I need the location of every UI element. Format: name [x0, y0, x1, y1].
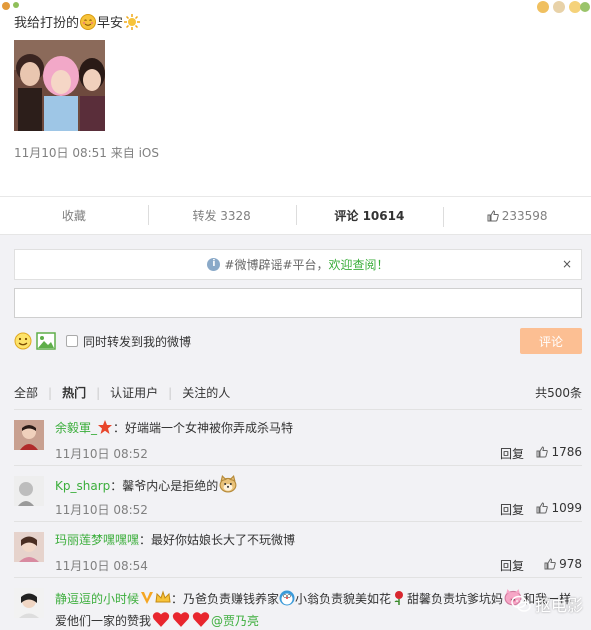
info-icon: i — [207, 258, 221, 271]
comment-text-line: 余毅軍_ ：好端端一个女神被你弄成杀马特 — [55, 419, 293, 436]
post-meta: 11月10日 08:51 来自 iOS — [14, 146, 159, 160]
repost-checkbox[interactable] — [66, 335, 78, 347]
emoji-icon[interactable] — [14, 332, 32, 350]
comment-like-button[interactable]: 1099 — [536, 501, 582, 515]
comment-like-button[interactable]: 978 — [544, 557, 582, 571]
thumbs-up-icon — [536, 446, 549, 458]
comment-content-part3: 甜馨负责坑爹坑妈 — [407, 592, 504, 606]
post-photo[interactable] — [14, 40, 105, 131]
comment-like-count: 1099 — [551, 501, 582, 515]
comment-content: ：最好你姑娘长大了不玩微博 — [139, 533, 296, 547]
comment-text-line: 玛丽莲梦嘿嘿嘿：最好你姑娘长大了不玩微博 — [55, 531, 295, 548]
doraemon-emoji-icon — [279, 590, 295, 606]
filter-all[interactable]: 全部 — [14, 384, 38, 401]
comment-text-line: Kp_sharp：馨爷内心是拒绝的 — [55, 475, 238, 494]
avatar[interactable] — [14, 588, 44, 618]
thumbs-up-icon — [536, 502, 549, 514]
thumbs-up-icon — [487, 209, 499, 221]
comment-username[interactable]: Kp_sharp — [55, 479, 110, 493]
post-text: 我给打扮的 早安 — [14, 14, 577, 36]
doge-emoji-icon — [219, 475, 237, 493]
notice-link[interactable]: 欢迎查阅！ — [329, 256, 389, 273]
watermark: 抠电影 — [511, 592, 583, 616]
comment-item: Kp_sharp：馨爷内心是拒绝的 11月10日 08:52 回复 1099 — [14, 466, 582, 522]
comment-username[interactable]: 静逗逗的小时候 — [55, 592, 139, 606]
repost-button[interactable]: 转发 3328 — [147, 205, 296, 225]
comment-like-count: 978 — [559, 557, 582, 571]
avatar[interactable] — [14, 420, 44, 450]
avatar[interactable] — [14, 476, 44, 506]
comment-item: 余毅軍_ ：好端端一个女神被你弄成杀马特 11月10日 08:52 回复 1786 — [14, 410, 582, 466]
comment-item: 玛丽莲梦嘿嘿嘿：最好你姑娘长大了不玩微博 11月10日 08:54 回复 978 — [14, 522, 582, 578]
close-icon[interactable]: × — [562, 257, 572, 271]
weibo-post: 我给打扮的 早安 11月10日 08:51 来自 iOS — [0, 0, 591, 196]
comment-item: 静逗逗的小时候 ：乃爸负责赚钱养家 小翁负责貌美如花 甜馨负责坑爹坑妈 和我一样爱他们一… — [14, 578, 582, 630]
post-text-end: 早安 — [97, 16, 124, 31]
crown-badge-icon — [155, 590, 171, 603]
star-badge-icon — [98, 420, 113, 434]
heart-emoji-icon — [192, 612, 210, 627]
notice-text: #微博辟谣#平台， — [224, 258, 329, 272]
comment-panel: i #微博辟谣#平台， 欢迎查阅！ × 同时转发到我的微博 评论 全部 | 热门 … — [0, 234, 591, 630]
thumbs-up-icon — [544, 558, 556, 570]
like-button[interactable]: 233598 — [443, 206, 591, 227]
sun-emoji-icon — [124, 14, 141, 30]
comment-content-part2: 小翁负责貌美如花 — [295, 592, 392, 606]
comment-username[interactable]: 余毅軍_ — [55, 421, 97, 435]
comment-button[interactable]: 评论 10614 — [295, 205, 444, 225]
post-text-start: 我给打扮的 — [14, 16, 80, 31]
rumor-notice-bar: i #微博辟谣#平台， 欢迎查阅！ × — [14, 249, 582, 280]
filter-hot[interactable]: 热门 — [62, 384, 86, 401]
compose-toolbar: 同时转发到我的微博 评论 — [14, 328, 582, 354]
comment-content: ：馨爷内心是拒绝的 — [110, 479, 219, 493]
repost-checkbox-label: 同时转发到我的微博 — [83, 334, 192, 349]
total-comment-count: 共500条 — [535, 386, 582, 400]
corner-decoration-left — [0, 0, 40, 12]
blush-emoji-icon — [80, 14, 97, 30]
comment-like-count: 1786 — [551, 445, 582, 459]
wechat-logo-icon — [511, 595, 531, 612]
mention-link[interactable]: @贾乃亮 — [211, 614, 259, 628]
reply-button[interactable]: 回复 — [500, 557, 524, 574]
corner-decoration-right — [481, 0, 591, 13]
submit-comment-button[interactable]: 评论 — [520, 328, 582, 354]
favorite-button[interactable]: 收藏 — [0, 207, 148, 224]
rose-emoji-icon — [394, 591, 404, 605]
comment-content: ：好端端一个女神被你弄成杀马特 — [113, 421, 294, 435]
comment-time: 11月10日 08:52 — [55, 503, 148, 517]
comment-text-line: 静逗逗的小时候 ：乃爸负责赚钱养家 小翁负责貌美如花 甜馨负责坑爹坑妈 和我一样爱他们一… — [55, 588, 581, 630]
comment-time: 11月10日 08:54 — [55, 559, 148, 573]
watermark-text: 抠电影 — [534, 596, 583, 615]
image-icon[interactable] — [36, 332, 56, 350]
like-count: 233598 — [501, 208, 548, 223]
comment-time: 11月10日 08:52 — [55, 447, 148, 461]
filter-separator: | — [168, 385, 173, 400]
comment-input[interactable] — [15, 289, 581, 317]
heart-emoji-icon — [152, 612, 170, 627]
reply-button[interactable]: 回复 — [500, 445, 524, 462]
reply-button[interactable]: 回复 — [500, 501, 524, 518]
verified-v-icon — [141, 592, 154, 604]
comment-input-box[interactable] — [14, 288, 582, 318]
comment-username[interactable]: 玛丽莲梦嘿嘿嘿 — [55, 533, 139, 547]
comment-content-part1: ：乃爸负责赚钱养家 — [171, 592, 280, 606]
avatar[interactable] — [14, 532, 44, 562]
filter-verified[interactable]: 认证用户 — [110, 384, 158, 401]
heart-emoji-icon — [172, 612, 190, 627]
comment-like-button[interactable]: 1786 — [536, 445, 582, 459]
filter-following[interactable]: 关注的人 — [182, 384, 230, 401]
post-action-bar: 收藏 转发 3328 评论 10614 233598 — [0, 196, 591, 234]
comment-filter-bar: 全部 | 热门 | 认证用户 | 关注的人 共500条 — [14, 384, 582, 410]
filter-separator: | — [48, 385, 53, 400]
filter-separator: | — [96, 385, 101, 400]
